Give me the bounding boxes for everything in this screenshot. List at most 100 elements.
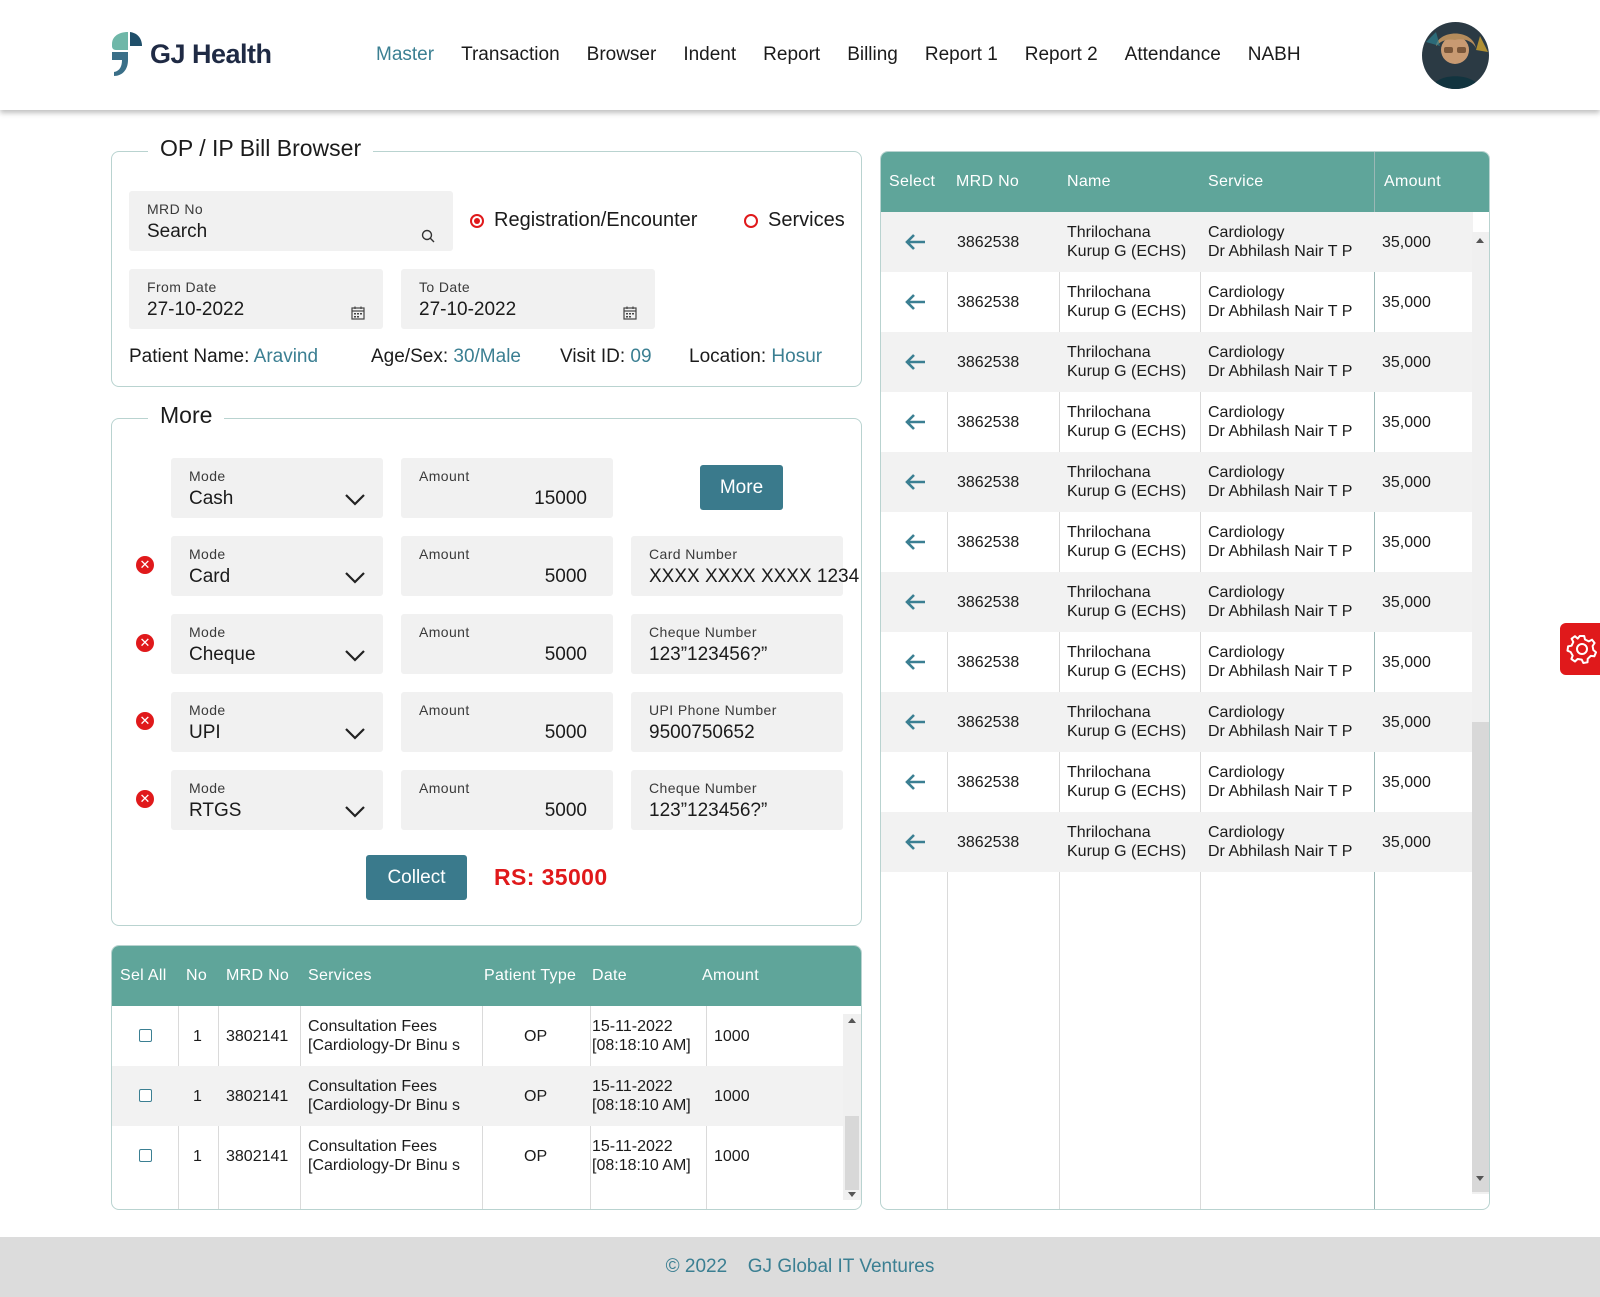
calendar-icon[interactable] bbox=[623, 306, 637, 320]
select-arrow-icon[interactable] bbox=[904, 773, 926, 791]
payment-reference-field[interactable]: UPI Phone Number 9500750652 bbox=[631, 692, 843, 752]
table-row[interactable]: 3862538 Thrilochana Kurup G (ECHS) Cardiolo… bbox=[881, 452, 1473, 512]
scrollbar-thumb[interactable] bbox=[1472, 722, 1489, 1192]
nav-item-billing[interactable]: Billing bbox=[847, 44, 898, 66]
payment-mode-select[interactable]: Mode Card bbox=[171, 536, 383, 596]
row-service-line2: Dr Abhilash Nair T P bbox=[1208, 243, 1353, 260]
select-arrow-icon[interactable] bbox=[904, 653, 926, 671]
nav-item-report-1[interactable]: Report 1 bbox=[925, 44, 998, 66]
nav-item-master[interactable]: Master bbox=[376, 44, 434, 66]
to-date-field[interactable]: To Date 27-10-2022 bbox=[401, 269, 655, 329]
select-arrow-icon[interactable] bbox=[904, 353, 926, 371]
row-service-line1: Cardiology bbox=[1208, 824, 1285, 841]
radio-services-dot[interactable] bbox=[744, 213, 758, 228]
amount-value[interactable]: 5000 bbox=[545, 644, 587, 666]
scroll-down-arrow[interactable] bbox=[848, 1192, 856, 1197]
row-mrd: 3802141 bbox=[226, 1148, 289, 1165]
payment-amount-field[interactable]: Amount 5000 bbox=[401, 536, 613, 596]
mrd-search-input[interactable]: Search bbox=[147, 221, 207, 243]
radio-registration-label: Registration/Encounter bbox=[494, 209, 698, 231]
table-row[interactable]: 1 3802141 Consultation Fees [Cardiology-Dr … bbox=[112, 1066, 843, 1126]
select-arrow-icon[interactable] bbox=[904, 413, 926, 431]
to-date-value[interactable]: 27-10-2022 bbox=[419, 299, 516, 321]
radio-services[interactable]: Services bbox=[744, 209, 845, 232]
table-row[interactable]: 1 3802141 Consultation Fees [Cardiology-Dr … bbox=[112, 1126, 843, 1186]
payment-reference-field[interactable]: Card Number XXXX XXXX XXXX 1234 bbox=[631, 536, 859, 596]
chevron-down-icon[interactable] bbox=[345, 806, 365, 818]
table-row[interactable]: 3862538 Thrilochana Kurup G (ECHS) Cardiolo… bbox=[881, 752, 1473, 812]
payment-mode-select[interactable]: Mode Cheque bbox=[171, 614, 383, 674]
nav-item-browser[interactable]: Browser bbox=[587, 44, 657, 66]
amount-value[interactable]: 15000 bbox=[534, 488, 587, 510]
avatar[interactable] bbox=[1422, 22, 1489, 89]
table-row[interactable]: 3862538 Thrilochana Kurup G (ECHS) Cardiolo… bbox=[881, 392, 1473, 452]
select-arrow-icon[interactable] bbox=[904, 233, 926, 251]
select-arrow-icon[interactable] bbox=[904, 833, 926, 851]
table-row[interactable]: 3862538 Thrilochana Kurup G (ECHS) Cardiolo… bbox=[881, 332, 1473, 392]
nav-item-transaction[interactable]: Transaction bbox=[461, 44, 560, 66]
nav-item-attendance[interactable]: Attendance bbox=[1125, 44, 1221, 66]
chevron-down-icon[interactable] bbox=[345, 728, 365, 740]
chevron-down-icon[interactable] bbox=[345, 572, 365, 584]
column-header-sel-all[interactable]: Sel All bbox=[120, 946, 167, 1006]
table-row[interactable]: 3862538 Thrilochana Kurup G (ECHS) Cardiolo… bbox=[881, 632, 1473, 692]
from-date-value[interactable]: 27-10-2022 bbox=[147, 299, 244, 321]
row-checkbox[interactable] bbox=[139, 1149, 152, 1162]
row-checkbox[interactable] bbox=[139, 1089, 152, 1102]
payment-amount-field[interactable]: Amount 5000 bbox=[401, 770, 613, 830]
table-row[interactable]: 3862538 Thrilochana Kurup G (ECHS) Cardiolo… bbox=[881, 812, 1473, 872]
chevron-down-icon[interactable] bbox=[345, 494, 365, 506]
remove-payment-icon[interactable]: ✕ bbox=[136, 634, 154, 652]
table-row[interactable]: 1 3802141 Consultation Fees [Cardiology-Dr … bbox=[112, 1006, 843, 1066]
amount-value[interactable]: 5000 bbox=[545, 800, 587, 822]
radio-registration[interactable]: Registration/Encounter bbox=[470, 209, 697, 232]
select-arrow-icon[interactable] bbox=[904, 293, 926, 311]
select-arrow-icon[interactable] bbox=[904, 713, 926, 731]
remove-payment-icon[interactable]: ✕ bbox=[136, 790, 154, 808]
reference-value[interactable]: XXXX XXXX XXXX 1234 bbox=[649, 566, 859, 588]
scroll-down-arrow[interactable] bbox=[1476, 1176, 1484, 1181]
scroll-up-arrow[interactable] bbox=[848, 1018, 856, 1023]
payment-amount-field[interactable]: Amount 15000 bbox=[401, 458, 613, 518]
nav-item-indent[interactable]: Indent bbox=[683, 44, 736, 66]
table-row[interactable]: 3862538 Thrilochana Kurup G (ECHS) Cardiolo… bbox=[881, 212, 1473, 272]
mrd-search-field[interactable]: MRD No Search bbox=[129, 191, 453, 251]
payment-amount-field[interactable]: Amount 5000 bbox=[401, 614, 613, 674]
logo[interactable]: GJ Health bbox=[110, 30, 272, 78]
payment-mode-select[interactable]: Mode RTGS bbox=[171, 770, 383, 830]
radio-registration-dot[interactable] bbox=[470, 213, 484, 228]
amount-value[interactable]: 5000 bbox=[545, 722, 587, 744]
scrollbar-thumb[interactable] bbox=[845, 1116, 859, 1190]
payment-mode-select[interactable]: Mode Cash bbox=[171, 458, 383, 518]
search-icon[interactable] bbox=[421, 229, 435, 243]
amount-value[interactable]: 5000 bbox=[545, 566, 587, 588]
reference-value[interactable]: 123”123456?” bbox=[649, 800, 767, 822]
more-button[interactable]: More bbox=[700, 465, 783, 510]
select-arrow-icon[interactable] bbox=[904, 473, 926, 491]
payment-reference-field[interactable]: Cheque Number 123”123456?” bbox=[631, 614, 843, 674]
table-row[interactable]: 3862538 Thrilochana Kurup G (ECHS) Cardiolo… bbox=[881, 692, 1473, 752]
payment-reference-field[interactable]: Cheque Number 123”123456?” bbox=[631, 770, 843, 830]
payment-mode-select[interactable]: Mode UPI bbox=[171, 692, 383, 752]
collect-button[interactable]: Collect bbox=[366, 855, 467, 900]
reference-value[interactable]: 9500750652 bbox=[649, 722, 755, 744]
select-arrow-icon[interactable] bbox=[904, 533, 926, 551]
table-row[interactable]: 3862538 Thrilochana Kurup G (ECHS) Cardiolo… bbox=[881, 272, 1473, 332]
scroll-up-arrow[interactable] bbox=[1476, 238, 1484, 243]
nav-item-nabh[interactable]: NABH bbox=[1248, 44, 1301, 66]
reference-value[interactable]: 123”123456?” bbox=[649, 644, 767, 666]
footer-company[interactable]: GJ Global IT Ventures bbox=[748, 1256, 935, 1277]
settings-button[interactable] bbox=[1560, 623, 1600, 675]
from-date-field[interactable]: From Date 27-10-2022 bbox=[129, 269, 383, 329]
select-arrow-icon[interactable] bbox=[904, 593, 926, 611]
calendar-icon[interactable] bbox=[351, 306, 365, 320]
row-checkbox[interactable] bbox=[139, 1029, 152, 1042]
payment-amount-field[interactable]: Amount 5000 bbox=[401, 692, 613, 752]
nav-item-report-2[interactable]: Report 2 bbox=[1025, 44, 1098, 66]
remove-payment-icon[interactable]: ✕ bbox=[136, 556, 154, 574]
table-row[interactable]: 3862538 Thrilochana Kurup G (ECHS) Cardiolo… bbox=[881, 512, 1473, 572]
chevron-down-icon[interactable] bbox=[345, 650, 365, 662]
table-row[interactable]: 3862538 Thrilochana Kurup G (ECHS) Cardiolo… bbox=[881, 572, 1473, 632]
nav-item-report[interactable]: Report bbox=[763, 44, 820, 66]
remove-payment-icon[interactable]: ✕ bbox=[136, 712, 154, 730]
